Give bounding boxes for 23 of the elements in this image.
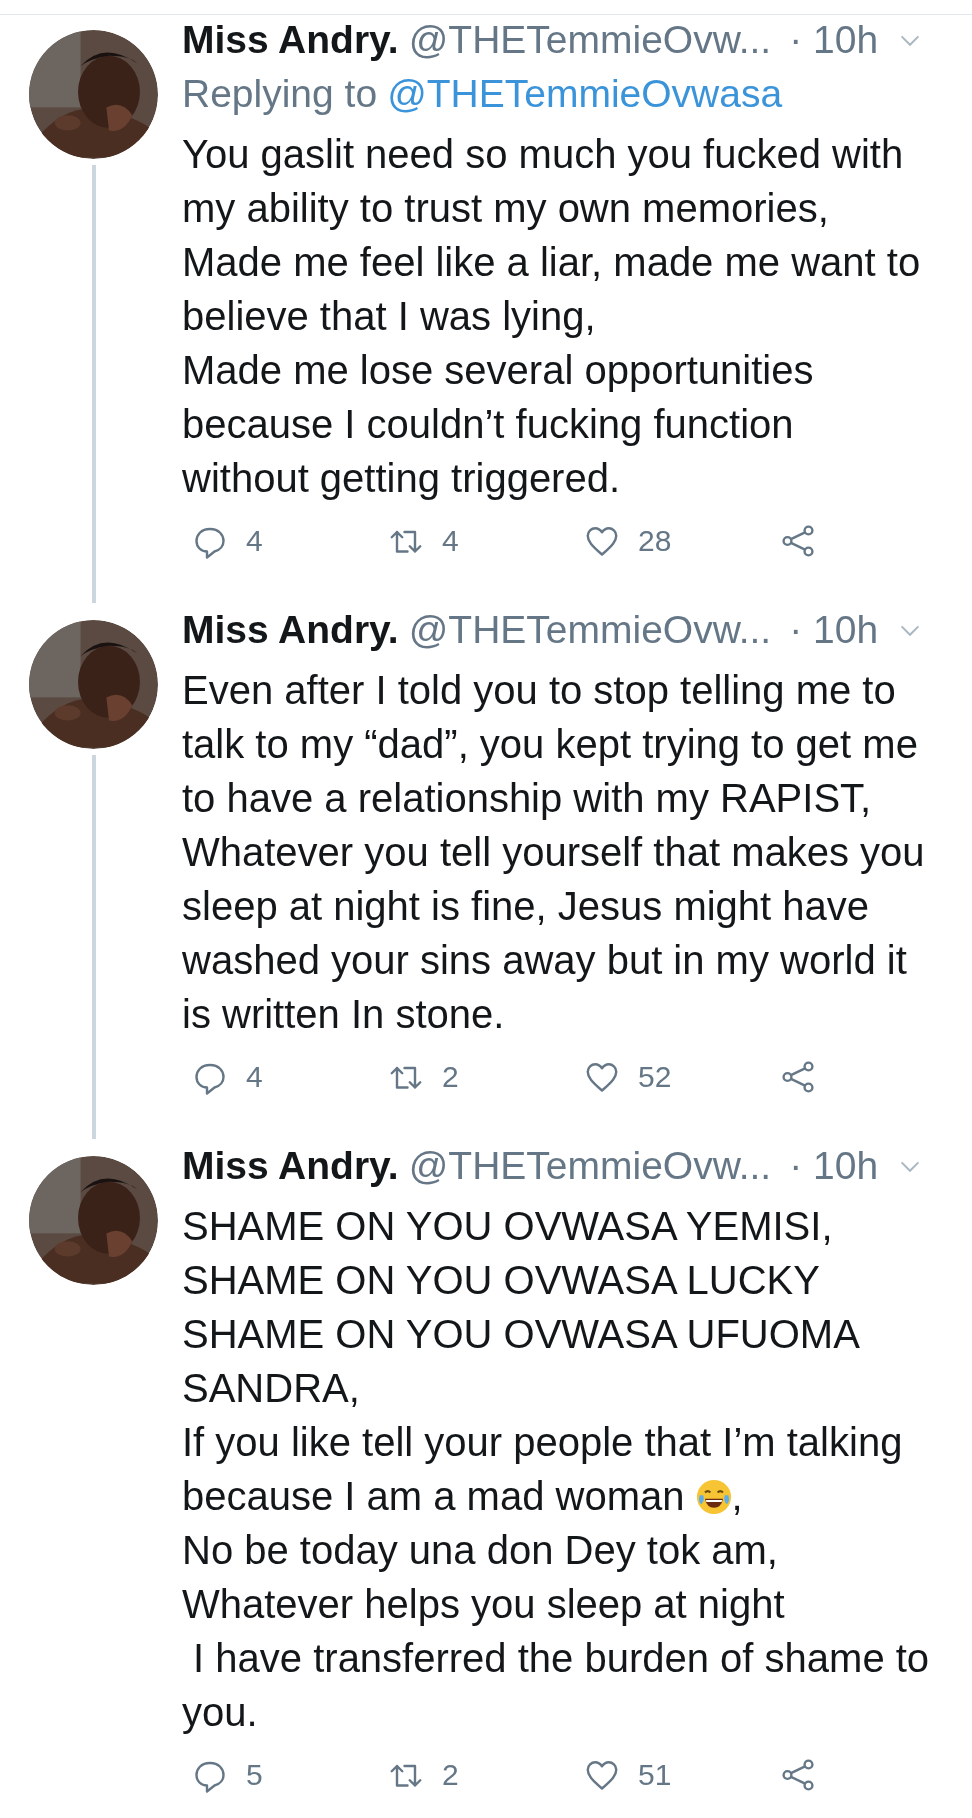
tweet-text: Even after I told you to stop telling me to talk to my “dad”, you kept trying to get me to have a relationship with my RAPIST, Whatever you tell yourself that makes you sleep at night is fine, Jesus might have washed your sins away but in my world it is written In stone.	[182, 667, 926, 1038]
like-count: 51	[638, 1758, 672, 1792]
user-name[interactable]: Miss Andry.	[182, 603, 399, 657]
replying-label: Replying to	[182, 71, 378, 117]
retweet-count: 2	[442, 1060, 459, 1094]
user-handle[interactable]: @THETemmieOvw...	[408, 1139, 772, 1193]
tweet-time: · 10h	[789, 1143, 879, 1189]
user-name[interactable]: Miss Andry.	[182, 1139, 399, 1193]
reply-count: 4	[246, 1060, 263, 1094]
user-name[interactable]: Miss Andry.	[182, 13, 399, 67]
user-handle[interactable]: @THETemmieOvw...	[408, 13, 772, 67]
reply-count: 4	[246, 524, 263, 558]
tweet-time: · 10h	[789, 17, 879, 63]
like-count: 28	[638, 524, 672, 558]
tweet-time: · 10h	[789, 607, 879, 653]
tweet-text: SHAME ON YOU OVWASA YEMISI, SHAME ON YOU OVWASA LUCKY SHAME ON YOU OVWASA UFUOMA SANDRA, If you like tell your people that I’m talking because I am a mad woman , No be today una don Dey tok am, Whatever helps you sleep at night I have transferred the burden of shame to you.	[182, 1203, 931, 1736]
tweet-text: You gaslit need so much you fucked with my ability to trust my own memories, Made me feel like a liar, made me want to believe that I was lying, Made me lose several opportunities because I couldn’t fucking function without getting triggered.	[182, 131, 922, 502]
like-count: 52	[638, 1060, 672, 1094]
retweet-count: 4	[442, 524, 459, 558]
mention-link[interactable]: @THETemmieOvwasa	[387, 67, 783, 121]
retweet-count: 2	[442, 1758, 459, 1792]
reply-count: 5	[246, 1758, 263, 1792]
user-handle[interactable]: @THETemmieOvw...	[408, 603, 772, 657]
